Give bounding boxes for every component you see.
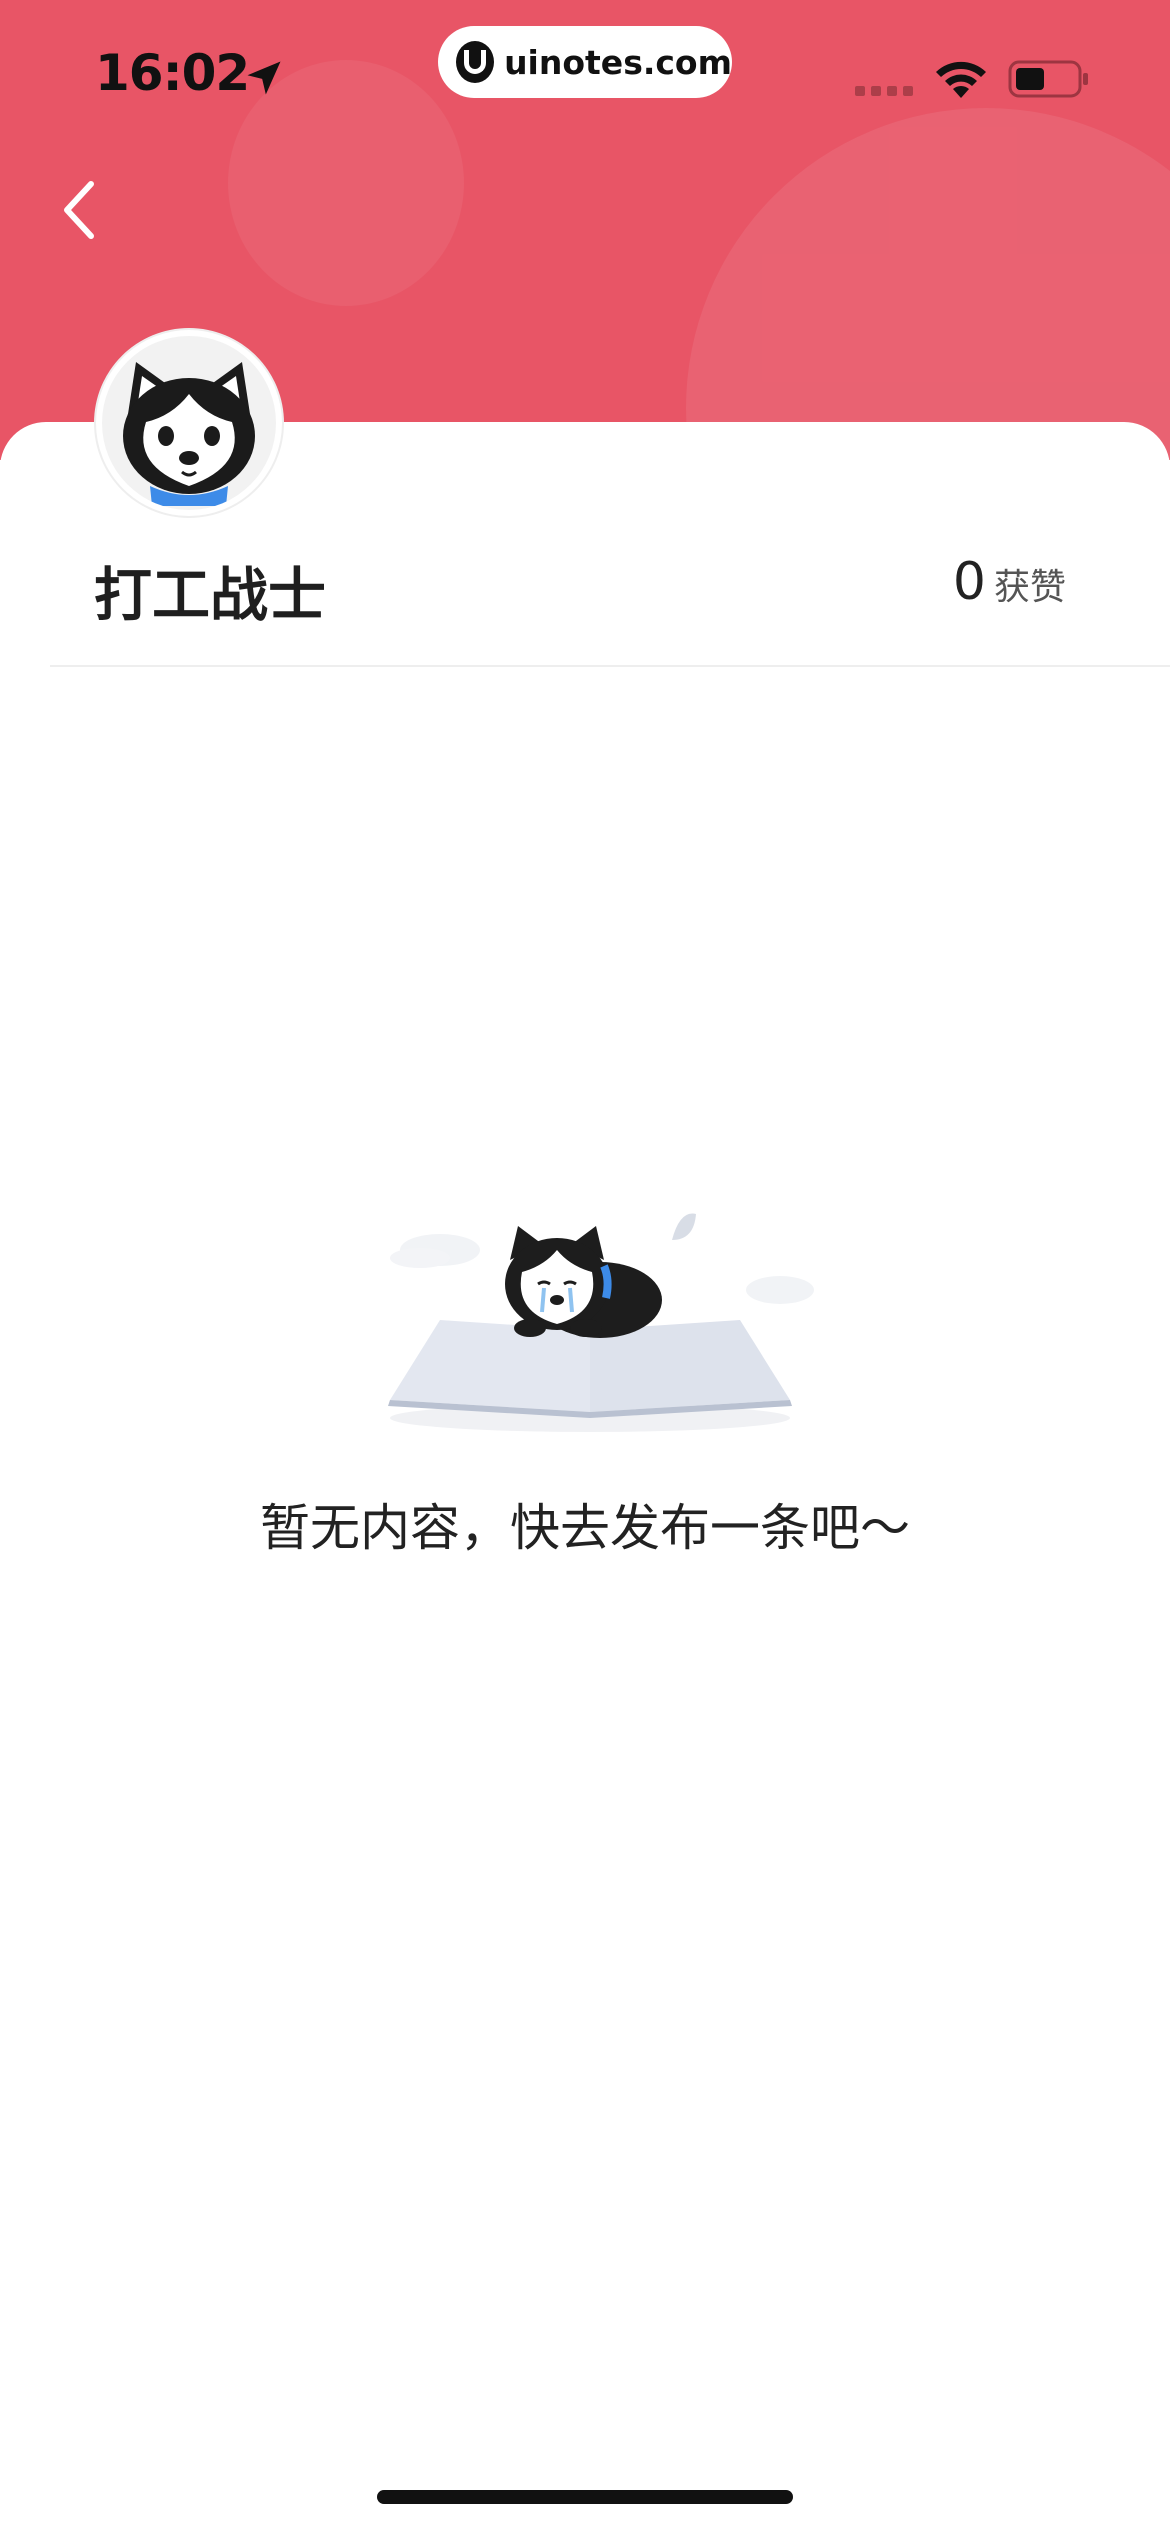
url-pill[interactable]: uinotes.com	[438, 26, 732, 98]
battery-icon	[1008, 60, 1088, 98]
chevron-left-icon	[64, 181, 94, 239]
empty-state-message: 暂无内容，快去发布一条吧～	[260, 1499, 910, 1557]
divider	[50, 665, 1170, 667]
status-time: 16:02	[95, 44, 250, 102]
likes-count: 0	[952, 552, 986, 612]
wifi-icon	[936, 61, 986, 98]
cellular-signal-icon	[855, 86, 915, 98]
husky-avatar-icon	[102, 336, 276, 510]
avatar[interactable]	[96, 330, 282, 516]
url-text: uinotes.com	[504, 42, 732, 82]
likes-stat: 0 获赞	[953, 552, 1066, 612]
uinotes-logo-icon	[456, 41, 495, 83]
back-button[interactable]	[44, 170, 114, 250]
likes-label: 获赞	[993, 567, 1066, 608]
location-arrow-icon	[247, 61, 281, 95]
user-name: 打工战士	[94, 561, 327, 629]
profile-screen: 16:02 uinotes.com 打工战士 0 获赞 暂无内容，快去发布一条吧…	[0, 0, 1170, 2532]
empty-state-illustration	[388, 1213, 814, 1432]
decor-circle	[686, 108, 1170, 460]
home-indicator[interactable]	[377, 2490, 793, 2504]
